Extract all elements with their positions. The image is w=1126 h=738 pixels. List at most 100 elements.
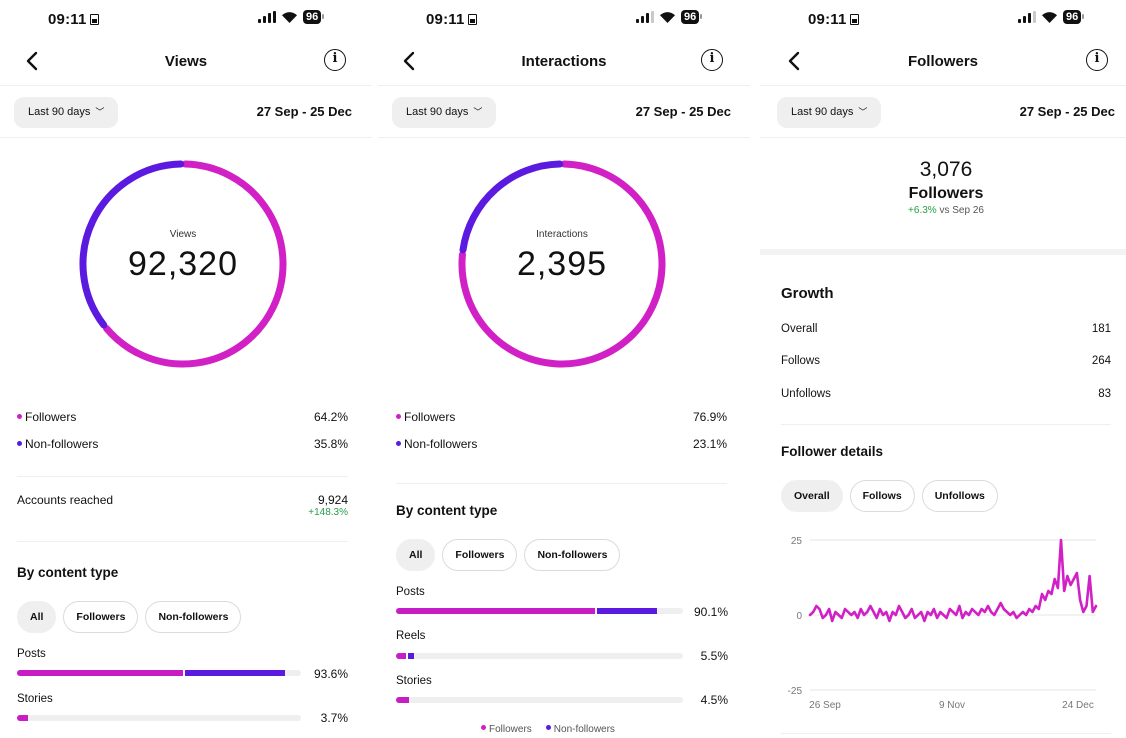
- content-bar: [396, 608, 683, 614]
- legend-non-followers: Non-followers 35.8%: [17, 437, 348, 451]
- signal-icon: [258, 11, 276, 23]
- followers-count: 3,076: [919, 158, 973, 181]
- y-tick-label: 0: [796, 611, 802, 622]
- content-bar: [396, 697, 683, 703]
- non-followers-dot-icon: [396, 441, 401, 446]
- page-title: Views: [164, 53, 208, 70]
- bar-segment-followers: [396, 608, 595, 614]
- bar-segment-non-followers: [407, 653, 414, 659]
- range-button-label: Last 90 days: [791, 106, 854, 118]
- non-followers-dot-icon: [17, 441, 22, 446]
- wifi-icon: [660, 12, 675, 23]
- bar-segment-non-followers: [184, 670, 285, 676]
- followers-summary: 3,076 Followers +6.3% vs Sep 26: [760, 158, 1126, 216]
- content-bar: [396, 653, 683, 659]
- follower-growth-line-chart: 25 0 -25 26 Sep 9 Nov 24 Dec: [788, 536, 1098, 711]
- x-tick-label: 26 Sep: [809, 700, 841, 711]
- chip-non-followers[interactable]: Non-followers: [145, 601, 242, 633]
- legend-followers: Followers 76.9%: [396, 410, 727, 424]
- bar-segment-non-followers: [596, 608, 657, 614]
- sim-icon: [467, 14, 477, 25]
- date-range-text: 27 Sep - 25 Dec: [256, 104, 352, 119]
- followers-dot-icon: [396, 414, 401, 419]
- chip-followers[interactable]: Followers: [442, 539, 518, 571]
- followers-dot-icon: [17, 414, 22, 419]
- followers-screen: 09:11 96 Followers i Last 90 days ﹀ 27 Se…: [760, 0, 1126, 738]
- views-screen: 09:11 96 Views i Last 90 days ﹀ 27 Sep - …: [0, 0, 372, 738]
- donut-label: Views: [169, 229, 197, 240]
- content-row-value: 4.5%: [700, 693, 728, 707]
- status-icons: 96: [1018, 10, 1085, 24]
- by-content-type-title: By content type: [17, 565, 119, 580]
- chevron-down-icon: ﹀: [95, 107, 105, 117]
- chevron-down-icon: ﹀: [858, 107, 868, 117]
- content-row-label: Reels: [396, 630, 426, 642]
- non-followers-dot-icon: [545, 725, 551, 730]
- donut-value: 92,320: [128, 245, 238, 283]
- date-range-text: 27 Sep - 25 Dec: [1019, 104, 1115, 119]
- content-type-filter: All Followers Non-followers: [17, 601, 242, 633]
- content-row-label: Posts: [396, 586, 425, 598]
- y-tick-label: 25: [791, 536, 803, 547]
- accounts-reached-value: 9,924 +148.3%: [308, 493, 348, 518]
- chip-followers[interactable]: Followers: [63, 601, 139, 633]
- signal-icon: [636, 11, 654, 23]
- date-range-text: 27 Sep - 25 Dec: [635, 104, 731, 119]
- wifi-icon: [1042, 12, 1057, 23]
- sim-icon: [849, 14, 859, 25]
- content-row-label: Stories: [396, 675, 432, 687]
- content-row-value: 93.6%: [313, 667, 348, 681]
- bar-segment-followers: [396, 653, 406, 659]
- y-tick-label: -25: [788, 686, 803, 697]
- chip-overall[interactable]: Overall: [781, 480, 843, 512]
- follower-details-filter: Overall Follows Unfollows: [781, 480, 998, 512]
- chip-all[interactable]: All: [17, 601, 57, 633]
- battery-icon: 96: [681, 10, 703, 24]
- followers-dot-icon: [481, 725, 486, 730]
- growth-row-unfollows: Unfollows 83: [781, 388, 1111, 400]
- content-type-filter: All Followers Non-followers: [396, 539, 621, 571]
- donut-value: 2,395: [516, 245, 608, 283]
- x-tick-label: 9 Nov: [939, 700, 965, 711]
- chip-all[interactable]: All: [396, 539, 436, 571]
- battery-icon: 96: [303, 10, 325, 24]
- by-content-type-title: By content type: [396, 503, 498, 518]
- wifi-icon: [282, 12, 297, 23]
- chip-non-followers[interactable]: Non-followers: [524, 539, 621, 571]
- info-icon[interactable]: i: [701, 49, 723, 71]
- series-line-overall: [808, 538, 1098, 623]
- page-title: Interactions: [521, 53, 607, 70]
- interactions-screen: 09:11 96 Interactions i Last 90 days ﹀ 27…: [378, 0, 750, 738]
- content-row-value: 3.7%: [320, 711, 348, 725]
- status-time: 09:11: [48, 11, 99, 28]
- followers-label: Followers: [908, 185, 984, 202]
- range-button-label: Last 90 days: [406, 106, 469, 118]
- status-time: 09:11: [426, 11, 477, 28]
- bar-segment-followers: [17, 715, 28, 721]
- content-row-label: Stories: [17, 693, 53, 705]
- content-row-value: 90.1%: [693, 605, 728, 619]
- bar-segment-followers: [17, 670, 183, 676]
- info-icon[interactable]: i: [1086, 49, 1108, 71]
- content-row-value: 5.5%: [700, 649, 728, 663]
- content-bar: [17, 670, 301, 676]
- info-icon[interactable]: i: [324, 49, 346, 71]
- legend-followers: Followers 64.2%: [17, 410, 348, 424]
- growth-title: Growth: [781, 285, 834, 302]
- follower-details-title: Follower details: [781, 444, 884, 459]
- x-tick-label: 24 Dec: [1062, 700, 1094, 711]
- battery-icon: 96: [1063, 10, 1085, 24]
- chevron-down-icon: ﹀: [473, 107, 483, 117]
- chip-follows[interactable]: Follows: [849, 480, 915, 512]
- accounts-reached-label: Accounts reached: [17, 493, 114, 507]
- date-range-dropdown[interactable]: Last 90 days ﹀: [777, 97, 882, 128]
- page-title: Followers: [907, 53, 978, 70]
- content-row-label: Posts: [17, 648, 46, 660]
- date-range-dropdown[interactable]: Last 90 days ﹀: [392, 97, 497, 128]
- signal-icon: [1018, 11, 1036, 23]
- status-time: 09:11: [808, 11, 859, 28]
- content-bar: [17, 715, 301, 721]
- chip-unfollows[interactable]: Unfollows: [921, 480, 998, 512]
- date-range-dropdown[interactable]: Last 90 days ﹀: [14, 97, 119, 128]
- sim-icon: [89, 14, 99, 25]
